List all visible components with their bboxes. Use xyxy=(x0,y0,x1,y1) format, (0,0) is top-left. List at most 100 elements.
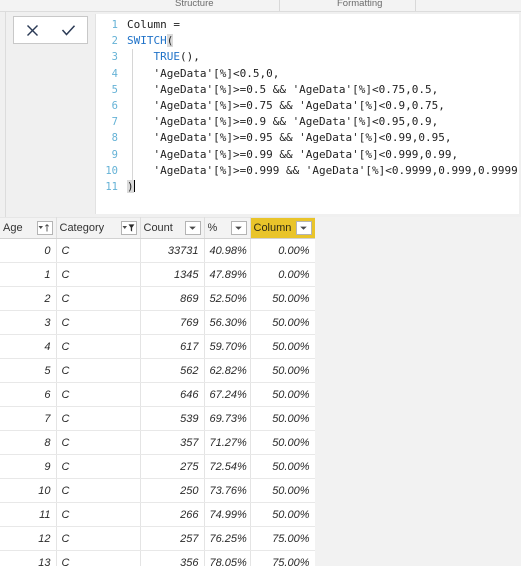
chevron-down-icon xyxy=(189,226,196,230)
table-row[interactable]: 6 C 646 67.24% 50.00% xyxy=(0,382,316,407)
cell-column[interactable]: 50.00% xyxy=(250,430,316,455)
cell-age[interactable]: 11 xyxy=(0,502,57,527)
cell-category[interactable]: C xyxy=(56,502,141,527)
cell-category[interactable]: C xyxy=(56,238,141,263)
column-menu-button-percent[interactable] xyxy=(230,221,247,235)
table-row[interactable]: 13 C 356 78.05% 75.00% xyxy=(0,550,316,566)
cell-age[interactable]: 12 xyxy=(0,526,57,551)
cell-percent[interactable]: 62.82% xyxy=(204,358,251,383)
cell-percent[interactable]: 78.05% xyxy=(204,550,251,566)
table-row[interactable]: 2 C 869 52.50% 50.00% xyxy=(0,286,316,311)
cell-count[interactable]: 250 xyxy=(140,478,205,503)
cell-percent[interactable]: 67.24% xyxy=(204,382,251,407)
table-row[interactable]: 3 C 769 56.30% 50.00% xyxy=(0,310,316,335)
cell-category[interactable]: C xyxy=(56,262,141,287)
table-row[interactable]: 7 C 539 69.73% 50.00% xyxy=(0,406,316,431)
column-menu-button-category[interactable] xyxy=(120,221,137,235)
cell-column[interactable]: 75.00% xyxy=(250,550,316,566)
cell-count[interactable]: 869 xyxy=(140,286,205,311)
dax-formula-editor[interactable]: 1 Column = 2 SWITCH(3 TRUE(), 4 'AgeData'[%]… xyxy=(95,14,519,214)
table-row[interactable]: 8 C 357 71.27% 50.00% xyxy=(0,430,316,455)
cell-percent[interactable]: 71.27% xyxy=(204,430,251,455)
cell-age[interactable]: 10 xyxy=(0,478,57,503)
cell-age[interactable]: 5 xyxy=(0,358,57,383)
data-grid-container[interactable]: Age Category Count% Column 0 C 33731 40.98% 0.0… xyxy=(0,217,521,566)
cell-column[interactable]: 50.00% xyxy=(250,406,316,431)
cell-column[interactable]: 50.00% xyxy=(250,286,316,311)
cell-percent[interactable]: 47.89% xyxy=(204,262,251,287)
cell-column[interactable]: 50.00% xyxy=(250,454,316,479)
table-row[interactable]: 1 C 1345 47.89% 0.00% xyxy=(0,262,316,287)
cell-category[interactable]: C xyxy=(56,478,141,503)
cell-count[interactable]: 33731 xyxy=(140,238,205,263)
cell-category[interactable]: C xyxy=(56,526,141,551)
table-row[interactable]: 5 C 562 62.82% 50.00% xyxy=(0,358,316,383)
cell-age[interactable]: 8 xyxy=(0,430,57,455)
cell-percent[interactable]: 76.25% xyxy=(204,526,251,551)
cell-percent[interactable]: 69.73% xyxy=(204,406,251,431)
cell-column[interactable]: 50.00% xyxy=(250,310,316,335)
table-row[interactable]: 4 C 617 59.70% 50.00% xyxy=(0,334,316,359)
cell-column[interactable]: 50.00% xyxy=(250,382,316,407)
close-icon xyxy=(26,24,38,36)
cell-column[interactable]: 0.00% xyxy=(250,238,316,263)
cell-column[interactable]: 0.00% xyxy=(250,262,316,287)
cell-percent[interactable]: 59.70% xyxy=(204,334,251,359)
cell-column[interactable]: 50.00% xyxy=(250,502,316,527)
cell-age[interactable]: 4 xyxy=(0,334,57,359)
cell-category[interactable]: C xyxy=(56,334,141,359)
commit-formula-button[interactable] xyxy=(54,18,84,42)
column-header-age[interactable]: Age xyxy=(0,217,57,239)
cell-category[interactable]: C xyxy=(56,550,141,566)
table-row[interactable]: 10 C 250 73.76% 50.00% xyxy=(0,478,316,503)
cell-count[interactable]: 257 xyxy=(140,526,205,551)
column-header-count[interactable]: Count xyxy=(140,217,205,239)
column-menu-button-column[interactable] xyxy=(295,221,312,235)
cell-percent[interactable]: 73.76% xyxy=(204,478,251,503)
cell-category[interactable]: C xyxy=(56,382,141,407)
cell-column[interactable]: 50.00% xyxy=(250,334,316,359)
cell-count[interactable]: 1345 xyxy=(140,262,205,287)
cell-column[interactable]: 50.00% xyxy=(250,478,316,503)
cell-category[interactable]: C xyxy=(56,430,141,455)
cell-percent[interactable]: 52.50% xyxy=(204,286,251,311)
column-menu-button-age[interactable] xyxy=(36,221,53,235)
cell-count[interactable]: 769 xyxy=(140,310,205,335)
cell-age[interactable]: 13 xyxy=(0,550,57,566)
table-row[interactable]: 11 C 266 74.99% 50.00% xyxy=(0,502,316,527)
cell-age[interactable]: 2 xyxy=(0,286,57,311)
cell-age[interactable]: 6 xyxy=(0,382,57,407)
cell-percent[interactable]: 74.99% xyxy=(204,502,251,527)
cell-count[interactable]: 357 xyxy=(140,430,205,455)
table-row[interactable]: 0 C 33731 40.98% 0.00% xyxy=(0,238,316,263)
cancel-formula-button[interactable] xyxy=(17,18,47,42)
cell-age[interactable]: 0 xyxy=(0,238,57,263)
cell-category[interactable]: C xyxy=(56,454,141,479)
column-header-percent[interactable]: % xyxy=(204,217,251,239)
cell-count[interactable]: 266 xyxy=(140,502,205,527)
column-header-category[interactable]: Category xyxy=(56,217,141,239)
column-header-column[interactable]: Column xyxy=(250,217,316,239)
table-row[interactable]: 12 C 257 76.25% 75.00% xyxy=(0,526,316,551)
cell-age[interactable]: 7 xyxy=(0,406,57,431)
cell-category[interactable]: C xyxy=(56,310,141,335)
cell-age[interactable]: 9 xyxy=(0,454,57,479)
cell-category[interactable]: C xyxy=(56,286,141,311)
cell-percent[interactable]: 40.98% xyxy=(204,238,251,263)
cell-column[interactable]: 50.00% xyxy=(250,358,316,383)
cell-age[interactable]: 3 xyxy=(0,310,57,335)
table-row[interactable]: 9 C 275 72.54% 50.00% xyxy=(0,454,316,479)
cell-category[interactable]: C xyxy=(56,358,141,383)
cell-count[interactable]: 562 xyxy=(140,358,205,383)
cell-column[interactable]: 75.00% xyxy=(250,526,316,551)
cell-category[interactable]: C xyxy=(56,406,141,431)
cell-count[interactable]: 617 xyxy=(140,334,205,359)
cell-percent[interactable]: 72.54% xyxy=(204,454,251,479)
cell-age[interactable]: 1 xyxy=(0,262,57,287)
column-menu-button-count[interactable] xyxy=(184,221,201,235)
cell-count[interactable]: 539 xyxy=(140,406,205,431)
cell-percent[interactable]: 56.30% xyxy=(204,310,251,335)
cell-count[interactable]: 646 xyxy=(140,382,205,407)
cell-count[interactable]: 275 xyxy=(140,454,205,479)
cell-count[interactable]: 356 xyxy=(140,550,205,566)
